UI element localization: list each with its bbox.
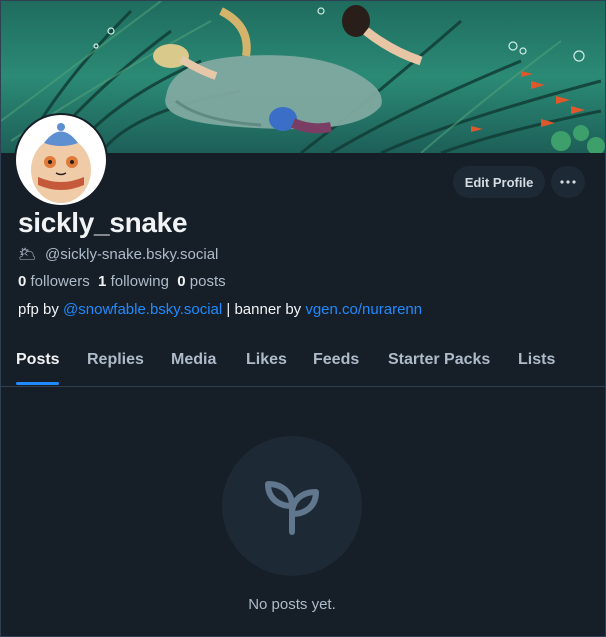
active-tab-indicator <box>16 382 59 385</box>
empty-state-circle <box>222 436 362 576</box>
more-options-button[interactable] <box>551 166 585 198</box>
following-count: 1 <box>98 273 107 290</box>
tab-replies[interactable]: Replies <box>87 351 144 369</box>
tab-posts[interactable]: Posts <box>16 351 60 369</box>
tab-feeds[interactable]: Feeds <box>313 351 359 369</box>
profile-bio: pfp by @snowfable.bsky.social | banner b… <box>18 301 422 318</box>
tab-lists[interactable]: Lists <box>518 351 555 369</box>
empty-state-text: No posts yet. <box>248 596 336 613</box>
posts-count: 0 <box>177 273 186 290</box>
bio-link-vgen[interactable]: vgen.co/nurarenn <box>305 301 422 318</box>
ellipsis-icon <box>560 180 576 184</box>
followers-count: 0 <box>18 273 27 290</box>
bio-separator: | banner by <box>222 301 306 318</box>
following-link[interactable]: 1 following <box>98 273 169 290</box>
tab-starter-packs[interactable]: Starter Packs <box>388 351 490 369</box>
profile-avatar[interactable] <box>14 113 108 207</box>
weather-emoji-icon: 🌥 <box>18 246 38 263</box>
posts-label: posts <box>189 273 226 290</box>
posts-stat: 0 posts <box>177 273 225 290</box>
tab-media[interactable]: Media <box>171 351 216 369</box>
display-name: sickly_snake <box>18 207 188 238</box>
profile-stats: 0 followers 1 following 0 posts <box>18 273 226 290</box>
handle-row: 🌥 @sickly-snake.bsky.social <box>18 245 219 264</box>
profile-handle: @sickly-snake.bsky.social <box>45 245 219 263</box>
profile-tabs: Posts Replies Media Likes Feeds Starter … <box>0 345 606 387</box>
bio-prefix: pfp by <box>18 301 64 318</box>
bio-link-snowfable[interactable]: @snowfable.bsky.social <box>63 301 222 318</box>
edit-profile-button[interactable]: Edit Profile <box>453 166 545 198</box>
tab-likes[interactable]: Likes <box>246 351 287 369</box>
following-label: following <box>110 273 169 290</box>
followers-label: followers <box>30 273 90 290</box>
followers-link[interactable]: 0 followers <box>18 273 90 290</box>
seedling-icon <box>265 481 319 535</box>
